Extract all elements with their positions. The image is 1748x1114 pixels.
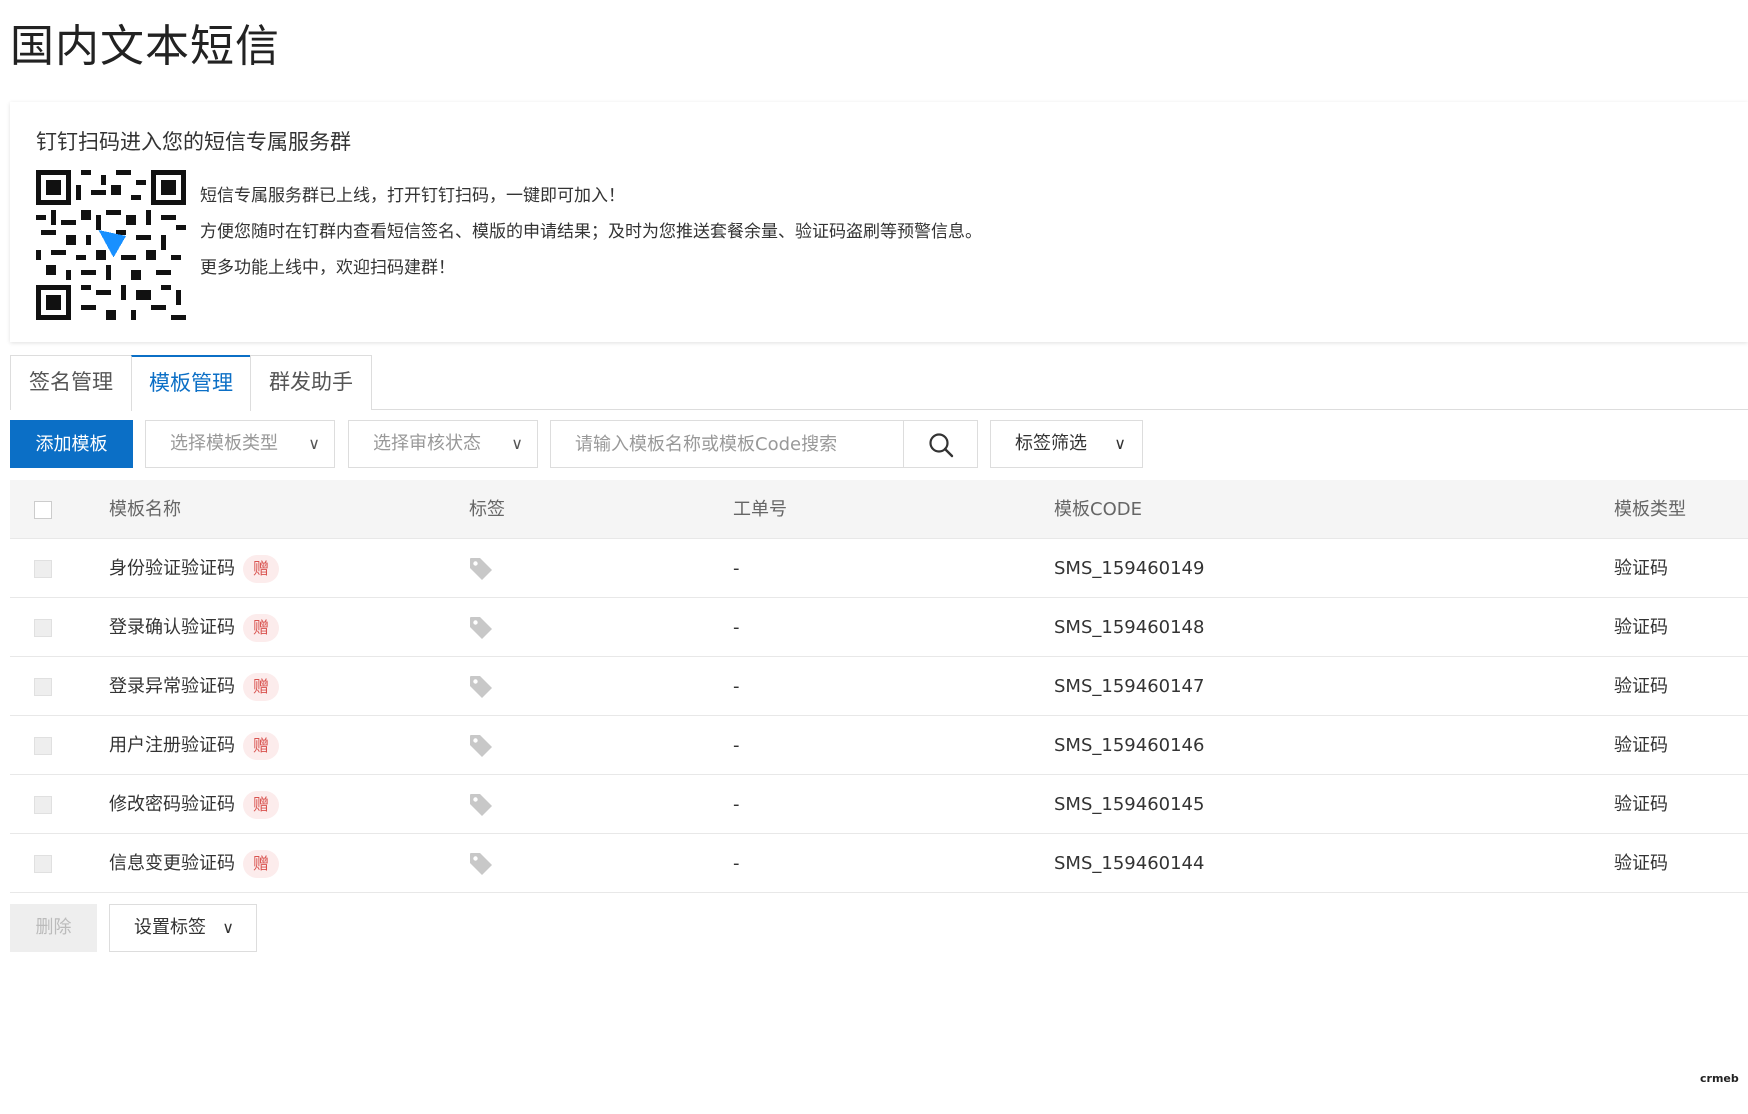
tab-signature[interactable]: 签名管理 <box>10 355 132 410</box>
tag-icon[interactable] <box>468 615 494 641</box>
table-row: 信息变更验证码赠 - SMS_159460144 验证码 <box>10 834 1748 893</box>
template-code: SMS_159460146 <box>1054 735 1205 756</box>
template-type: 验证码 <box>1614 558 1668 579</box>
set-tag-label: 设置标签 <box>134 917 206 938</box>
template-code: SMS_159460149 <box>1054 558 1205 579</box>
delete-button[interactable]: 删除 <box>10 904 97 952</box>
banner-title: 钉钉扫码进入您的短信专属服务群 <box>36 130 351 154</box>
page-title: 国内文本短信 <box>10 21 280 72</box>
header-name: 模板名称 <box>109 499 181 520</box>
template-name: 用户注册验证码 <box>109 735 235 756</box>
template-code: SMS_159460144 <box>1054 853 1205 874</box>
tag-filter-button[interactable]: 标签筛选 ∨ <box>990 420 1143 468</box>
template-code: SMS_159460145 <box>1054 794 1205 815</box>
row-checkbox[interactable] <box>34 678 52 696</box>
template-code: SMS_159460148 <box>1054 617 1205 638</box>
header-code: 模板CODE <box>1054 499 1142 520</box>
header-type: 模板类型 <box>1614 499 1686 520</box>
table-header: 模板名称 标签 工单号 模板CODE 模板类型 <box>10 480 1748 539</box>
ticket-number: - <box>733 853 740 874</box>
review-status-label: 选择审核状态 <box>373 433 481 454</box>
header-ticket: 工单号 <box>733 499 787 520</box>
table-row: 登录异常验证码赠 - SMS_159460147 验证码 <box>10 657 1748 716</box>
gift-badge: 赠 <box>243 850 279 878</box>
table-row: 登录确认验证码赠 - SMS_159460148 验证码 <box>10 598 1748 657</box>
watermark-logo: crmeb <box>1700 1072 1739 1085</box>
tag-filter-label: 标签筛选 <box>1015 433 1087 454</box>
banner-line: 更多功能上线中，欢迎扫码建群！ <box>200 258 455 278</box>
tag-icon[interactable] <box>468 851 494 877</box>
template-code: SMS_159460147 <box>1054 676 1205 697</box>
chevron-down-icon: ∨ <box>511 434 523 453</box>
row-checkbox[interactable] <box>34 619 52 637</box>
tab-template[interactable]: 模板管理 <box>131 355 251 411</box>
ticket-number: - <box>733 617 740 638</box>
template-name: 信息变更验证码 <box>109 853 235 874</box>
search-input[interactable] <box>550 420 914 468</box>
template-name: 登录确认验证码 <box>109 617 235 638</box>
template-type: 验证码 <box>1614 676 1668 697</box>
ticket-number: - <box>733 676 740 697</box>
gift-badge: 赠 <box>243 673 279 701</box>
chevron-down-icon: ∨ <box>222 918 234 937</box>
ticket-number: - <box>733 558 740 579</box>
template-type: 验证码 <box>1614 853 1668 874</box>
toolbar: 添加模板 选择模板类型 ∨ 选择审核状态 ∨ 标签筛选 ∨ <box>10 420 1748 468</box>
banner-line: 短信专属服务群已上线，打开钉钉扫码，一键即可加入！ <box>200 186 625 206</box>
set-tag-button[interactable]: 设置标签 ∨ <box>109 904 257 952</box>
table-row: 身份验证验证码赠 - SMS_159460149 验证码 <box>10 539 1748 598</box>
ticket-number: - <box>733 794 740 815</box>
search-icon <box>929 433 954 458</box>
gift-badge: 赠 <box>243 555 279 583</box>
search-button[interactable] <box>903 420 978 468</box>
template-type-select[interactable]: 选择模板类型 ∨ <box>145 420 335 468</box>
header-tag: 标签 <box>469 499 505 520</box>
template-table: 模板名称 标签 工单号 模板CODE 模板类型 身份验证验证码赠 - SMS_1… <box>10 480 1748 893</box>
review-status-select[interactable]: 选择审核状态 ∨ <box>348 420 538 468</box>
tag-icon[interactable] <box>468 674 494 700</box>
template-type-label: 选择模板类型 <box>170 433 278 454</box>
row-checkbox[interactable] <box>34 855 52 873</box>
banner-line: 方便您随时在钉群内查看短信签名、模版的申请结果；及时为您推送套餐余量、验证码盗刷… <box>200 222 982 242</box>
ticket-number: - <box>733 735 740 756</box>
tab-bulk-send[interactable]: 群发助手 <box>250 355 372 410</box>
tag-icon[interactable] <box>468 556 494 582</box>
template-name: 身份验证验证码 <box>109 558 235 579</box>
template-name: 登录异常验证码 <box>109 676 235 697</box>
table-row: 用户注册验证码赠 - SMS_159460146 验证码 <box>10 716 1748 775</box>
dingtalk-banner: 钉钉扫码进入您的短信专属服务群 短信专属服务群已上线，打开钉钉扫码，一键即可加入… <box>10 102 1748 342</box>
tag-icon[interactable] <box>468 792 494 818</box>
template-type: 验证码 <box>1614 735 1668 756</box>
tab-bar: 签名管理 模板管理 群发助手 <box>10 355 1748 411</box>
tag-icon[interactable] <box>468 733 494 759</box>
template-name: 修改密码验证码 <box>109 794 235 815</box>
row-checkbox[interactable] <box>34 796 52 814</box>
gift-badge: 赠 <box>243 791 279 819</box>
row-checkbox[interactable] <box>34 737 52 755</box>
template-type: 验证码 <box>1614 617 1668 638</box>
gift-badge: 赠 <box>243 614 279 642</box>
chevron-down-icon: ∨ <box>1114 434 1126 453</box>
table-row: 修改密码验证码赠 - SMS_159460145 验证码 <box>10 775 1748 834</box>
template-type: 验证码 <box>1614 794 1668 815</box>
chevron-down-icon: ∨ <box>308 434 320 453</box>
add-template-button[interactable]: 添加模板 <box>10 420 133 468</box>
gift-badge: 赠 <box>243 732 279 760</box>
qr-code-icon <box>36 170 186 320</box>
row-checkbox[interactable] <box>34 560 52 578</box>
select-all-checkbox[interactable] <box>34 501 52 519</box>
